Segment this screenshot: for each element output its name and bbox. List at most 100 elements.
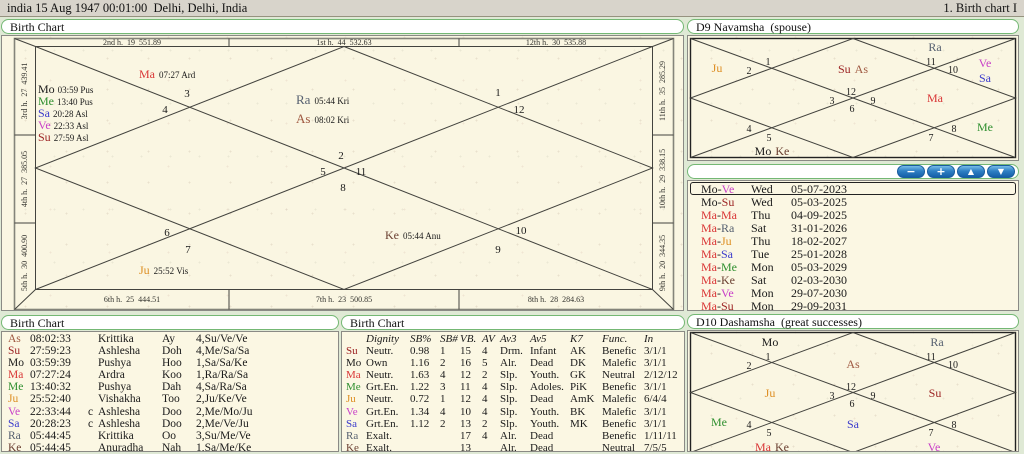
cell-dignity: Neutr. [366, 369, 394, 382]
dasha-weekday: Thu [751, 208, 771, 222]
dasha-date: 04-09-2025 [791, 208, 847, 222]
sign-number: 5 [767, 428, 772, 439]
sign-number: 2 [747, 66, 752, 77]
cell-in: 7/5/5 [644, 441, 667, 452]
dasha-date: 29-07-2030 [791, 286, 847, 300]
panel-header: Vimshottari − + ▲ ▼ [687, 164, 1019, 193]
dasha-pair: Ma-Sa [701, 248, 751, 260]
cell-av: 2 [482, 369, 488, 382]
sign-number: 7 [929, 428, 934, 439]
cell-av3: Alr. [500, 429, 517, 442]
dasha-pair: Mo-Ve [701, 183, 751, 195]
cell-dignity: Exalt. [366, 441, 392, 452]
chart-identity: india 15 Aug 1947 00:01:00 Delhi, Delhi,… [7, 0, 248, 15]
house-edge-label: 2nd h. 19 551.89 [103, 38, 161, 47]
dasha-row[interactable]: Ma-Ra Sat 31-01-2026 [690, 221, 1016, 234]
cell-k7: GK [570, 369, 586, 382]
dasha-row[interactable]: Mo-Su Wed 05-03-2025 [690, 195, 1016, 208]
house-edge-label: 11th h. 35 285.29 [658, 61, 667, 121]
house-edge-label: 9th h. 20 344.35 [658, 235, 667, 291]
cell-in: 2/12/12 [644, 369, 678, 382]
dasha-row[interactable]: Ma-Su Mon 29-09-2031 [690, 299, 1016, 311]
view-label: 1. Birth chart I [943, 0, 1017, 15]
cell-sb-num [440, 430, 460, 442]
dasha-date: 05-03-2029 [791, 260, 847, 274]
dasha-row[interactable]: Ma-Ma Thu 04-09-2025 [690, 208, 1016, 221]
dasha-list: Mo-Ve Wed 05-07-2023 Mo-Su Wed 05-03-202… [688, 181, 1018, 311]
panel-positions-table: Birth Chart As 08:02:33 Krittika Ay 4,Su… [1, 315, 339, 454]
cell-sb-num: 1 [440, 393, 446, 406]
planet-label-ju: Ju [712, 61, 723, 75]
cell-av [482, 442, 500, 451]
dasha-weekday: Wed [751, 195, 773, 209]
cell-dignity: Own [366, 357, 388, 370]
cell-av5: Youth. [530, 417, 560, 430]
cell-vb: 12 [460, 393, 471, 406]
sign-number: 8 [952, 124, 957, 135]
dasha-up-button[interactable]: ▲ [957, 165, 985, 178]
sign-number: 7 [185, 244, 191, 256]
cell-vb: 13 [460, 441, 471, 452]
dasha-zoom-out-button[interactable]: − [897, 165, 925, 178]
panel-header: Birth Chart [341, 315, 685, 330]
dasha-row[interactable]: Ma-Sa Tue 25-01-2028 [690, 247, 1016, 260]
cell-longitude: 22:33:44 [30, 405, 71, 418]
planet-label-su: Su 27:59 Asl [38, 130, 89, 144]
dasha-down-button[interactable]: ▼ [987, 165, 1015, 178]
planet-label-su: Su [929, 386, 942, 400]
sign-number: 11 [926, 57, 936, 68]
cell-pada-lords: 2,Me/Mo/Ju [196, 405, 253, 418]
cell-longitude: 05:44:45 [30, 441, 71, 452]
dasha-weekday: Mon [751, 299, 774, 311]
planet-label-ma: Ma 07:27 Ard [139, 67, 196, 81]
panel-d10-dashamsha: D10 Dashamsha (great successes) 1 2 11 1… [687, 314, 1019, 454]
dasha-planet-major: Ma [701, 273, 717, 287]
sign-number: 3 [830, 96, 835, 107]
dasha-weekday: Sat [751, 273, 767, 287]
col-sb-num: SB# [440, 333, 458, 345]
dasha-date: 05-03-2025 [791, 195, 847, 209]
dasha-row[interactable]: Ma-Ve Mon 29-07-2030 [690, 286, 1016, 299]
d10-chart-body: 1 2 11 10 12 3 9 6 4 5 7 8 Mo As Ra Ju S… [687, 330, 1019, 452]
sign-number: 5 [767, 133, 772, 144]
dasha-row[interactable]: Ma-Me Mon 05-03-2029 [690, 260, 1016, 273]
arrow-down-icon: ▼ [997, 166, 1005, 176]
sign-number: 7 [929, 133, 934, 144]
sign-number: 10 [948, 360, 958, 371]
planet-label-su-as: Su As [838, 62, 868, 76]
cell-planet: Me [8, 381, 24, 394]
dasha-row[interactable]: Mo-Ve Wed 05-07-2023 [690, 182, 1016, 195]
table-row: Ke Exalt. 13 Alr. Dead Neutral 7/5/5 [346, 441, 684, 452]
dasha-planet-major: Ma [701, 260, 717, 274]
cell-av5: Infant [530, 345, 557, 358]
positions-table-body: As 08:02:33 Krittika Ay 4,Su/Ve/Ve Su 27… [1, 331, 339, 452]
table-row: Ju Neutr. 0.72 1 12 4 Slp. Dead AmK Male… [346, 393, 684, 405]
dasha-weekday: Sat [751, 221, 767, 235]
sign-number: 1 [766, 352, 771, 363]
cell-av5: Youth. [530, 369, 560, 382]
dasha-planet-minor: Su [721, 299, 734, 311]
cell-pada-lords: 4,Su/Ve/Ve [196, 333, 248, 345]
cell-sb-num: 4 [440, 369, 446, 382]
cell-longitude: 25:52:40 [30, 393, 71, 406]
cell-av5: Adoles. [530, 381, 564, 394]
cell-nakshatra: Ashlesha [98, 345, 141, 358]
dasha-row[interactable]: Ma-Ke Sat 02-03-2030 [690, 273, 1016, 286]
panel-title: Birth Chart [10, 20, 65, 34]
dasha-planet-minor: Su [721, 195, 735, 209]
dasha-row[interactable]: Ma-Ju Thu 18-02-2027 [690, 234, 1016, 247]
dasha-weekday: Mon [751, 260, 774, 274]
cell-planet: Ma [346, 369, 361, 382]
minus-icon: − [906, 165, 916, 178]
chart-grid [13, 37, 675, 310]
dasha-planet-minor: Ma [721, 208, 737, 222]
cell-in: 3/1/1 [644, 381, 667, 394]
dasha-zoom-in-button[interactable]: + [927, 165, 955, 178]
cell-vb: 17 [460, 429, 471, 442]
sign-number: 11 [926, 352, 936, 363]
sign-number: 9 [495, 244, 501, 256]
planet-label-me: Me [711, 415, 727, 429]
planet-label-ju: Ju 25:52 Vis [139, 263, 189, 277]
planet-label-sa: Sa [979, 71, 992, 85]
cell-av3: Slp. [500, 405, 518, 418]
